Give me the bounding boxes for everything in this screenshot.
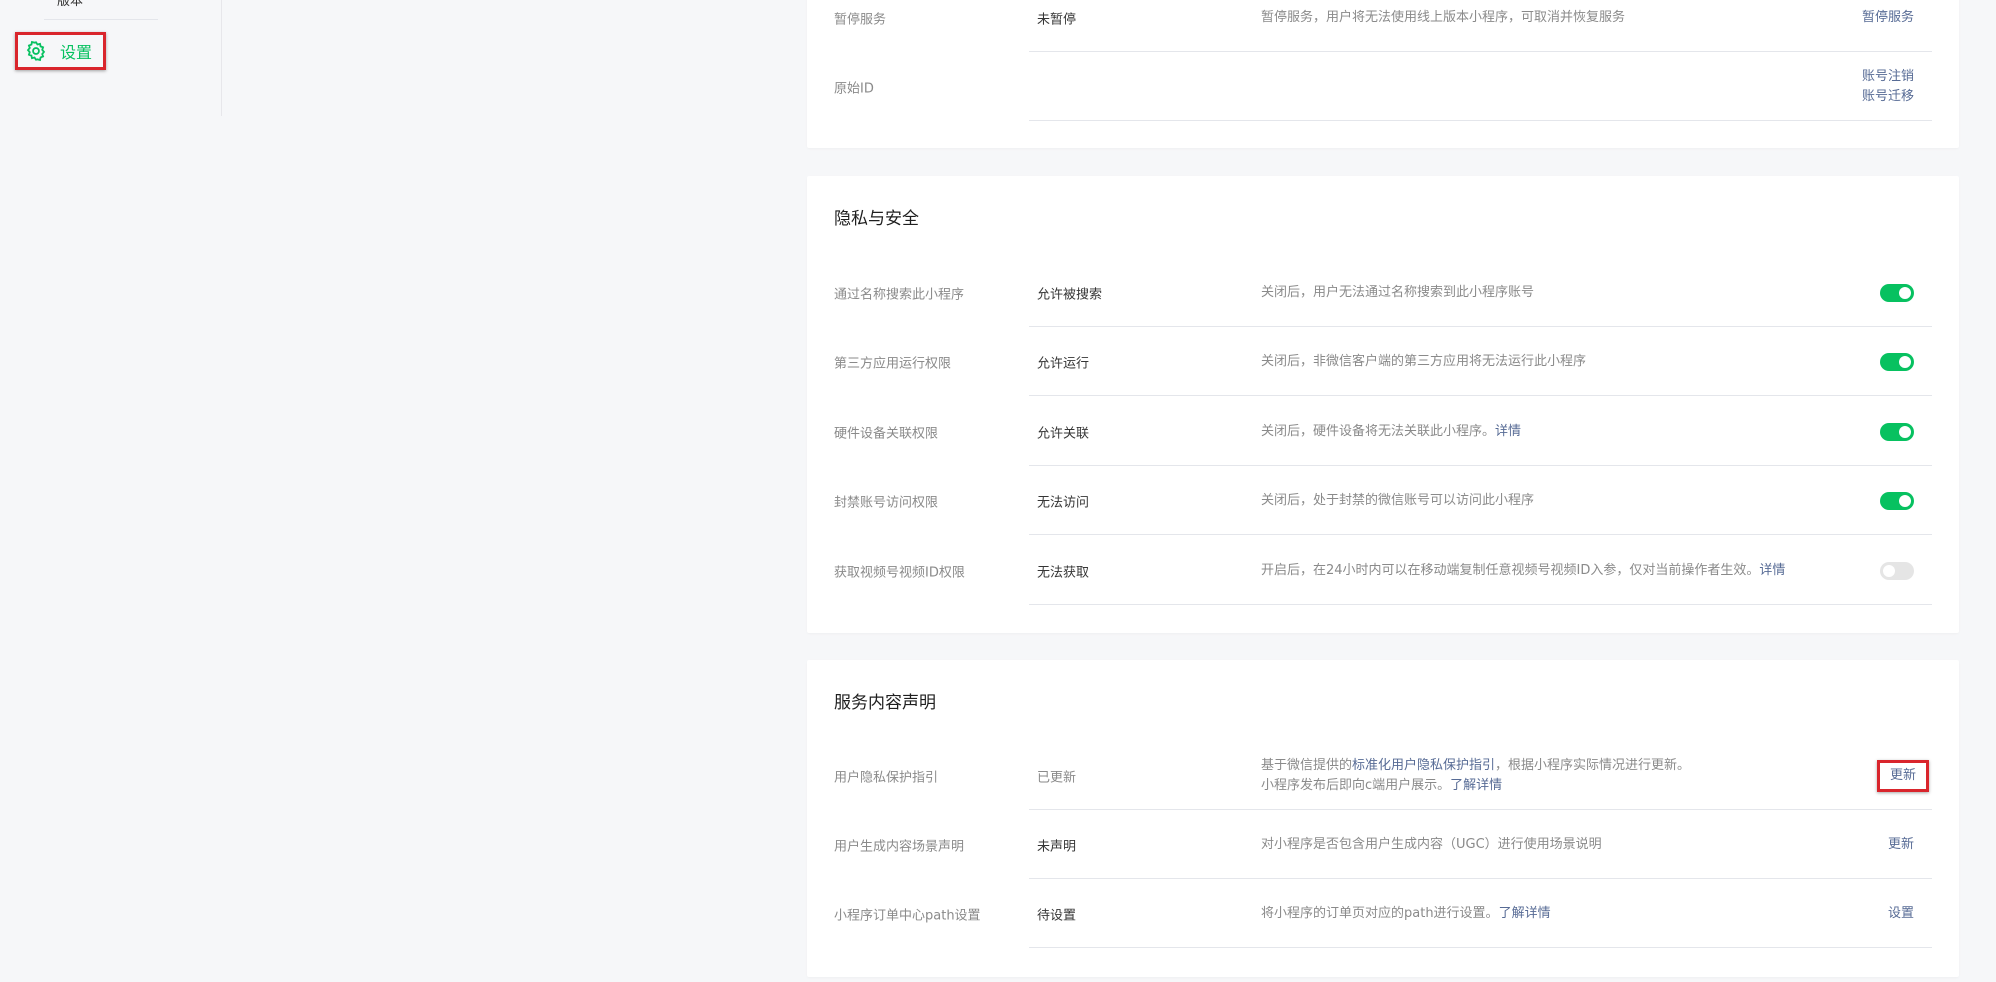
row-original-id: 原始ID 账号注销 账号迁移 (807, 52, 1959, 121)
row-desc: 关闭后，非微信客户端的第三方应用将无法运行此小程序 (1261, 353, 1587, 369)
order-path-settings-button[interactable]: 设置 (1888, 904, 1914, 924)
row-divider (1029, 604, 1932, 605)
row-status: 无法获取 (1037, 565, 1090, 580)
account-cancel-link[interactable]: 账号注销 (1862, 67, 1914, 87)
search-by-name-toggle[interactable] (1880, 283, 1914, 302)
privacy-guide-link[interactable]: 标准化用户隐私保护指引 (1352, 758, 1495, 773)
row-banned-access: 封禁账号访问权限 无法访问 关闭后，处于封禁的微信账号可以访问此小程序 (807, 466, 1959, 535)
row-pause-service: 暂停服务 未暂停 暂停服务，用户将无法使用线上版本小程序，可取消并恢复服务 暂停… (807, 0, 1959, 52)
banned-access-toggle[interactable] (1880, 491, 1914, 510)
desc-text: 基于微信提供的 (1261, 757, 1353, 773)
service-declaration-card: 服务内容声明 用户隐私保护指引 已更新 基于微信提供的标准化用户隐私保护指引，根… (807, 660, 1959, 977)
sidebar-item-settings[interactable]: 设置 (15, 32, 106, 70)
row-label: 获取视频号视频ID权限 (834, 565, 965, 580)
sidebar-divider (44, 19, 158, 20)
account-migrate-link[interactable]: 账号迁移 (1862, 87, 1914, 107)
toggle-knob (1899, 355, 1911, 368)
row-channels-video-id: 获取视频号视频ID权限 无法获取 开启后，在24小时内可以在移动端复制任意视频号… (807, 536, 1959, 605)
sidebar-item-version[interactable]: 版本 (57, 0, 83, 9)
row-status: 已更新 (1037, 770, 1077, 785)
row-third-party-run: 第三方应用运行权限 允许运行 关闭后，非微信客户端的第三方应用将无法运行此小程序 (807, 327, 1959, 396)
row-desc: 开启后，在24小时内可以在移动端复制任意视频号视频ID入参，仅对当前操作者生效。… (1261, 561, 1785, 581)
row-label: 用户生成内容场景声明 (834, 839, 965, 854)
account-actions: 账号注销 账号迁移 (1862, 67, 1914, 107)
toggle-knob (1899, 425, 1911, 438)
row-label: 原始ID (834, 81, 874, 96)
row-status: 允许运行 (1037, 356, 1090, 371)
desc-text: 开启后，在24小时内可以在移动端复制任意视频号视频ID入参，仅对当前操作者生效。 (1261, 562, 1760, 578)
row-desc: 基于微信提供的标准化用户隐私保护指引，根据小程序实际情况进行更新。 小程序发布后… (1261, 756, 1690, 796)
row-label: 用户隐私保护指引 (834, 770, 939, 785)
learn-more-link[interactable]: 了解详情 (1450, 778, 1502, 793)
desc-text: 将小程序的订单页对应的path进行设置。 (1261, 905, 1499, 921)
row-search-by-name (807, 176, 1959, 245)
row-label: 通过名称搜索此小程序 (834, 287, 965, 302)
third-party-run-toggle[interactable] (1880, 352, 1914, 371)
row-status: 未暂停 (1037, 12, 1077, 27)
row-divider (1029, 534, 1932, 535)
row-divider (1029, 395, 1932, 396)
desc-text: ，根据小程序实际情况进行更新。 (1495, 757, 1691, 773)
row-desc: 暂停服务，用户将无法使用线上版本小程序，可取消并恢复服务 (1261, 9, 1626, 25)
update-ugc-button[interactable]: 更新 (1888, 835, 1914, 855)
desc-text: 关闭后，硬件设备将无法关联此小程序。 (1261, 423, 1496, 439)
account-card: 暂停服务 未暂停 暂停服务，用户将无法使用线上版本小程序，可取消并恢复服务 暂停… (807, 0, 1959, 148)
sidebar: 版本 设置 (0, 0, 222, 116)
row-label: 第三方应用运行权限 (834, 356, 952, 371)
row-ugc-declaration: 用户生成内容场景声明 未声明 对小程序是否包含用户生成内容（UGC）进行使用场景… (807, 810, 1959, 879)
row-desc: 关闭后，处于封禁的微信账号可以访问此小程序 (1261, 492, 1535, 508)
card-title: 服务内容声明 (834, 693, 936, 713)
desc-line-1: 基于微信提供的标准化用户隐私保护指引，根据小程序实际情况进行更新。 (1261, 756, 1690, 776)
row-order-center-path: 小程序订单中心path设置 待设置 将小程序的订单页对应的path进行设置。了解… (807, 879, 1959, 948)
row-status: 未声明 (1037, 839, 1077, 854)
row-label: 硬件设备关联权限 (834, 426, 939, 441)
row-divider (1029, 947, 1932, 948)
row-divider (1029, 120, 1932, 121)
row-status: 允许关联 (1037, 426, 1090, 441)
gear-icon (25, 40, 47, 62)
row-search-by-name: 通过名称搜索此小程序 允许被搜索 关闭后，用户无法通过名称搜索到此小程序账号 (807, 258, 1959, 327)
row-desc: 关闭后，硬件设备将无法关联此小程序。详情 (1261, 422, 1521, 442)
row-hardware-link: 硬件设备关联权限 允许关联 关闭后，硬件设备将无法关联此小程序。详情 (807, 397, 1959, 466)
toggle-knob (1883, 564, 1895, 577)
desc-line-2: 小程序发布后即向c端用户展示。了解详情 (1261, 776, 1690, 796)
row-label: 暂停服务 (834, 12, 887, 27)
row-privacy-guide: 用户隐私保护指引 已更新 基于微信提供的标准化用户隐私保护指引，根据小程序实际情… (807, 741, 1959, 810)
toggle-knob (1899, 494, 1911, 507)
details-link[interactable]: 详情 (1759, 563, 1785, 578)
channels-video-id-toggle[interactable] (1880, 561, 1914, 580)
hardware-link-toggle[interactable] (1880, 422, 1914, 441)
row-status: 待设置 (1037, 908, 1077, 923)
pause-service-button[interactable]: 暂停服务 (1862, 8, 1914, 28)
privacy-security-card: 隐私与安全 通过名称搜索此小程序 允许被搜索 关闭后，用户无法通过名称搜索到此小… (807, 176, 1959, 633)
row-label: 封禁账号访问权限 (834, 495, 939, 510)
details-link[interactable]: 详情 (1495, 424, 1521, 439)
update-privacy-guide-button[interactable]: 更新 (1876, 759, 1929, 792)
row-desc: 关闭后，用户无法通过名称搜索到此小程序账号 (1261, 284, 1535, 300)
row-label: 小程序订单中心path设置 (834, 908, 981, 923)
row-desc: 对小程序是否包含用户生成内容（UGC）进行使用场景说明 (1261, 836, 1602, 852)
row-status: 无法访问 (1037, 495, 1090, 510)
desc-text: 小程序发布后即向c端用户展示。 (1261, 777, 1451, 793)
toggle-knob (1899, 286, 1911, 299)
row-status: 允许被搜索 (1037, 287, 1103, 302)
row-desc: 将小程序的订单页对应的path进行设置。了解详情 (1261, 904, 1551, 924)
sidebar-item-label: 设置 (60, 43, 93, 62)
learn-more-link[interactable]: 了解详情 (1499, 906, 1551, 921)
